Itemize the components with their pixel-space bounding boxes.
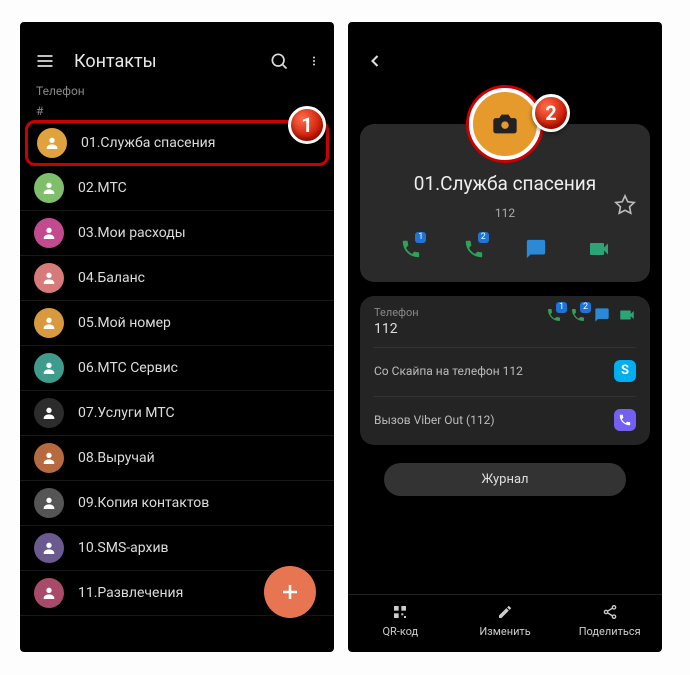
message-button[interactable] (513, 234, 559, 264)
filter-label[interactable]: Телефон (20, 78, 334, 102)
mini-call-sim2[interactable]: 2 (570, 307, 586, 327)
contact-row[interactable]: 06.МТС Сервис (20, 346, 334, 391)
skype-icon: S (614, 360, 636, 382)
contact-avatar (34, 443, 64, 473)
status-bar (348, 22, 662, 40)
add-contact-fab[interactable] (264, 566, 316, 618)
annotation-marker-1: 1 (288, 106, 326, 144)
qr-icon (348, 603, 453, 621)
more-icon[interactable] (308, 50, 320, 72)
viber-icon (614, 409, 636, 431)
annotation-marker-2: 2 (532, 94, 570, 132)
favorite-star-icon[interactable] (614, 194, 636, 216)
contact-label: 03.Мои расходы (78, 225, 186, 241)
app-header: Контакты (20, 40, 334, 78)
contact-row[interactable]: 02.МТС (20, 166, 334, 211)
contact-label: 10.SMS-архив (78, 540, 169, 556)
video-call-button[interactable] (576, 234, 622, 264)
edit-button[interactable]: Изменить (453, 603, 558, 638)
contact-photo-button[interactable] (469, 88, 541, 160)
contact-card: 01.Служба спасения 112 1 2 (360, 124, 650, 282)
contact-row[interactable]: 01.Служба спасения (25, 120, 329, 166)
sim-badge: 1 (415, 232, 426, 243)
contact-label: 07.Услуги МТС (78, 405, 175, 421)
mini-action-icons: 1 2 (546, 306, 636, 328)
contacts-list-screen: Контакты Телефон # 01.Служба спасения 02.… (20, 22, 334, 652)
contact-avatar (34, 578, 64, 608)
contact-label: 06.МТС Сервис (78, 360, 178, 376)
contact-label: 01.Служба спасения (81, 135, 215, 151)
phone-value[interactable]: 112 (374, 321, 546, 337)
contact-avatar (34, 488, 64, 518)
contact-avatar (34, 533, 64, 563)
share-button[interactable]: Поделиться (557, 603, 662, 638)
contact-name: 01.Служба спасения (372, 164, 638, 200)
menu-icon[interactable] (34, 50, 56, 72)
contact-row[interactable]: 07.Услуги МТС (20, 391, 334, 436)
contact-number: 112 (372, 206, 638, 220)
search-icon[interactable] (268, 50, 290, 72)
contact-avatar (34, 263, 64, 293)
section-header: # (20, 102, 334, 120)
skype-call-row[interactable]: Со Скайпа на телефон 112 S (374, 347, 636, 386)
contact-row[interactable]: 03.Мои расходы (20, 211, 334, 256)
status-bar (20, 22, 334, 40)
contact-label: 09.Копия контактов (78, 495, 209, 511)
call-sim1-button[interactable]: 1 (388, 234, 434, 264)
contact-row[interactable]: 08.Выручай (20, 436, 334, 481)
contact-label: 05.Мой номер (78, 315, 171, 331)
qr-code-button[interactable]: QR-код (348, 603, 453, 638)
contact-row[interactable]: 09.Копия контактов (20, 481, 334, 526)
call-sim2-button[interactable]: 2 (451, 234, 497, 264)
contact-avatar (34, 173, 64, 203)
contact-avatar (37, 128, 67, 158)
contact-row[interactable]: 04.Баланс (20, 256, 334, 301)
contact-avatar (34, 398, 64, 428)
share-icon (557, 603, 662, 621)
contact-avatar (34, 218, 64, 248)
contact-row[interactable]: 10.SMS-архив (20, 526, 334, 571)
viber-call-row[interactable]: Вызов Viber Out (112) (374, 396, 636, 435)
contact-row[interactable]: 05.Мой номер (20, 301, 334, 346)
camera-icon (491, 110, 519, 138)
action-row: 1 2 (372, 234, 638, 264)
detail-header (348, 40, 662, 82)
contact-label: 02.МТС (78, 180, 127, 196)
edit-icon (453, 603, 558, 621)
sim-badge: 2 (478, 232, 489, 243)
back-icon[interactable] (364, 50, 386, 72)
phone-label: Телефон (374, 306, 546, 319)
contact-label: 04.Баланс (78, 270, 145, 286)
contact-avatar (34, 308, 64, 338)
contact-label: 11.Развлечения (78, 585, 183, 601)
bottom-bar: QR-код Изменить Поделиться (348, 594, 662, 652)
header-title: Контакты (74, 51, 250, 72)
journal-button[interactable]: Журнал (384, 463, 626, 496)
phone-details-card: Телефон 112 1 2 Со (360, 296, 650, 445)
contact-label: 08.Выручай (78, 450, 155, 466)
mini-video[interactable] (618, 306, 636, 328)
contact-detail-screen: 01.Служба спасения 112 1 2 Телефон (348, 22, 662, 652)
contact-avatar (34, 353, 64, 383)
mini-call-sim1[interactable]: 1 (546, 307, 562, 327)
mini-message[interactable] (594, 307, 610, 327)
